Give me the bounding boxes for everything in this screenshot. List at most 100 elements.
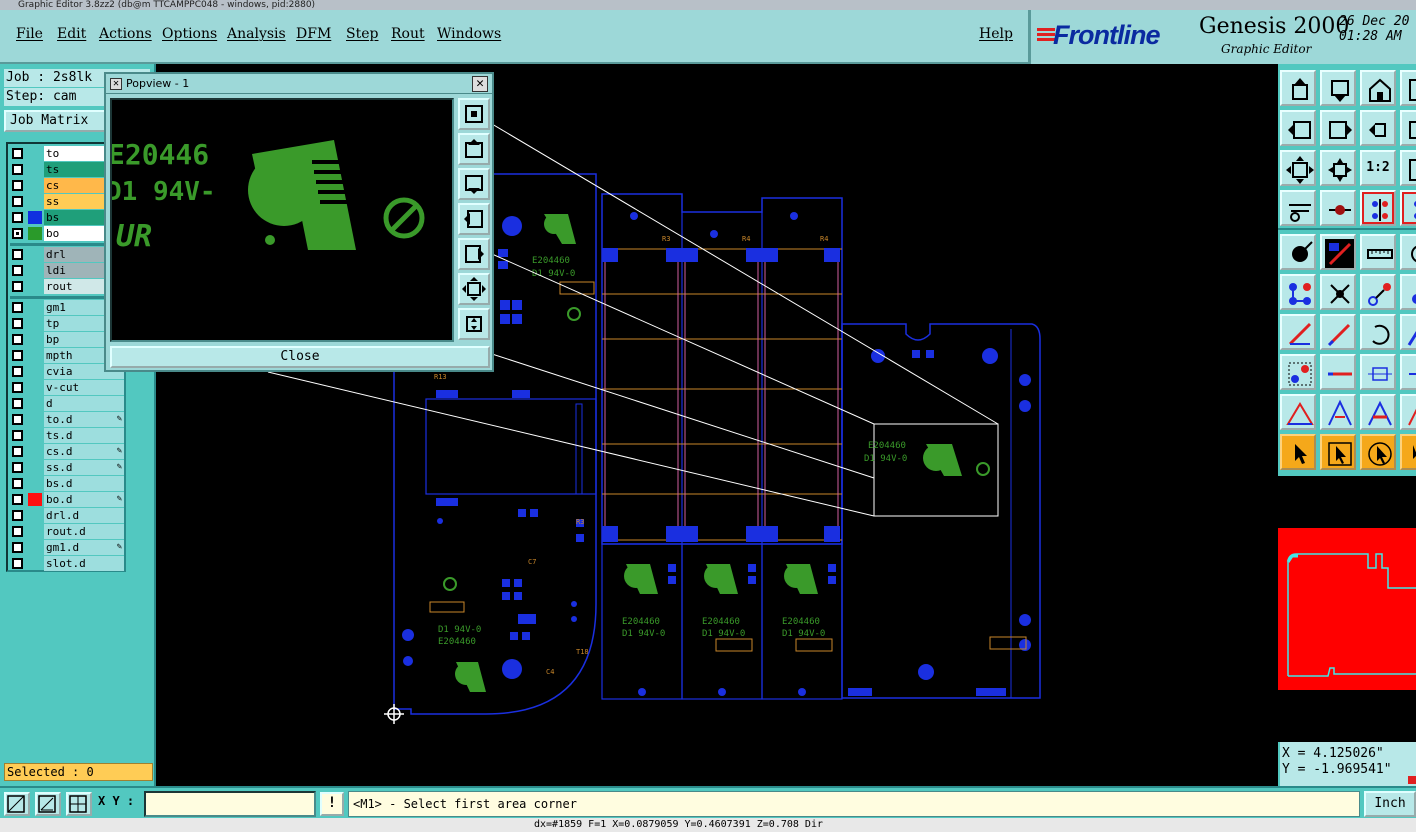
zoom-down-icon[interactable] <box>1320 70 1356 106</box>
measure-tool-icon[interactable] <box>1280 190 1316 226</box>
line-red-icon[interactable] <box>1280 314 1316 350</box>
layer-name[interactable]: rout.d <box>44 524 124 539</box>
net-select-icon[interactable] <box>1360 190 1396 226</box>
layer-row[interactable]: ss.d ✎ <box>10 460 124 475</box>
pan-right-icon[interactable] <box>458 238 490 270</box>
layer-color-swatch[interactable] <box>28 349 42 362</box>
menu-file[interactable]: File <box>16 26 43 42</box>
layer-row[interactable]: cs.d ✎ <box>10 444 124 459</box>
ramp-tool-icon[interactable] <box>1400 394 1416 430</box>
arch-tool-icon[interactable] <box>1360 394 1396 430</box>
pan-down-icon[interactable] <box>458 168 490 200</box>
layer-color-swatch[interactable] <box>28 301 42 314</box>
layer-name[interactable]: bs.d <box>44 476 124 491</box>
layer-row[interactable]: bo.d ✎ <box>10 492 124 507</box>
cross-tool-icon[interactable] <box>1320 274 1356 310</box>
layer-row[interactable]: d <box>10 396 124 411</box>
layer-color-swatch[interactable] <box>28 333 42 346</box>
zoom-box-icon[interactable] <box>1400 150 1416 186</box>
pad-tool-icon[interactable] <box>1280 234 1316 270</box>
menu-dfm[interactable]: DFM <box>296 26 331 42</box>
layer-checkbox[interactable] <box>12 196 23 207</box>
layer-name[interactable]: to.d <box>44 412 124 427</box>
node-tool-icon[interactable] <box>1280 274 1316 310</box>
overview-map[interactable] <box>1278 474 1416 742</box>
layer-checkbox[interactable] <box>12 526 23 537</box>
ratio-button[interactable]: 1:2 <box>1360 150 1396 186</box>
angle-tool-icon[interactable] <box>1280 394 1316 430</box>
layer-row[interactable]: ts.d <box>10 428 124 443</box>
popview-close-button[interactable]: Close <box>110 346 490 368</box>
snap-tool-icon[interactable] <box>1280 354 1316 390</box>
layer-checkbox[interactable] <box>12 164 23 175</box>
layer-color-swatch[interactable] <box>28 179 42 192</box>
layer-name[interactable]: ts.d <box>44 428 124 443</box>
layer-checkbox[interactable] <box>12 478 23 489</box>
layer-checkbox[interactable] <box>12 180 23 191</box>
layer-color-swatch[interactable] <box>28 525 42 538</box>
layer-name[interactable]: bo.d <box>44 492 124 507</box>
layer-checkbox[interactable] <box>12 302 23 313</box>
line-tool-icon[interactable] <box>1320 314 1356 350</box>
layer-checkbox[interactable] <box>12 494 23 505</box>
layer-checkbox[interactable] <box>12 249 23 260</box>
layer-color-swatch[interactable] <box>28 477 42 490</box>
layer-checkbox[interactable] <box>12 281 23 292</box>
layer-checkbox[interactable] <box>12 228 23 239</box>
zoom-home-icon[interactable] <box>1280 70 1316 106</box>
redo-zoom-icon[interactable] <box>1400 110 1416 146</box>
grid-icon[interactable] <box>1400 70 1416 106</box>
menu-windows[interactable]: Windows <box>437 26 501 42</box>
layer-checkbox[interactable] <box>12 414 23 425</box>
snap-grid-icon[interactable] <box>4 792 30 816</box>
layer-row[interactable]: v-cut <box>10 380 124 395</box>
layer-row[interactable]: bs.d <box>10 476 124 491</box>
horizontal-line-icon[interactable] <box>1320 354 1356 390</box>
layer-checkbox[interactable] <box>12 542 23 553</box>
layer-checkbox[interactable] <box>12 462 23 473</box>
zoom-center-icon[interactable] <box>1320 150 1356 186</box>
pan-left-tool-icon[interactable] <box>1280 110 1316 146</box>
layer-checkbox[interactable] <box>12 334 23 345</box>
layer-checkbox[interactable] <box>12 446 23 457</box>
menu-analysis[interactable]: Analysis <box>227 26 286 42</box>
layer-color-swatch[interactable] <box>28 509 42 522</box>
window-menu-icon[interactable]: ✕ <box>110 78 122 90</box>
layer-color-swatch[interactable] <box>28 381 42 394</box>
layer-color-swatch[interactable] <box>28 413 42 426</box>
layer-color-swatch[interactable] <box>28 541 42 554</box>
connect-tool-icon[interactable] <box>1360 274 1396 310</box>
menu-actions[interactable]: Actions <box>99 26 152 42</box>
layer-name[interactable]: d <box>44 396 124 411</box>
layer-name[interactable]: ss.d <box>44 460 124 475</box>
layer-row[interactable]: to.d ✎ <box>10 412 124 427</box>
layer-color-swatch[interactable] <box>28 195 42 208</box>
triangle-tool-icon[interactable] <box>1320 394 1356 430</box>
zoom-out-icon[interactable] <box>458 273 490 305</box>
popview-viewport[interactable]: E20446 D1 94V- UR <box>110 98 454 342</box>
layer-color-swatch[interactable] <box>28 461 42 474</box>
home-icon[interactable] <box>1360 70 1396 106</box>
xy-input[interactable] <box>144 791 316 817</box>
zoom-fit-icon[interactable] <box>458 98 490 130</box>
pan-right-tool-icon[interactable] <box>1320 110 1356 146</box>
menu-rout[interactable]: Rout <box>391 26 425 42</box>
layer-color-swatch[interactable] <box>28 163 42 176</box>
blue-node-icon[interactable] <box>1400 274 1416 310</box>
layer-color-swatch[interactable] <box>28 248 42 261</box>
layer-checkbox[interactable] <box>12 558 23 569</box>
layer-name[interactable]: slot.d <box>44 556 124 571</box>
layer-color-swatch[interactable] <box>28 147 42 160</box>
layer-name[interactable]: cs.d <box>44 444 124 459</box>
dim-end-icon[interactable] <box>1400 354 1416 390</box>
layer-color-swatch[interactable] <box>28 493 42 506</box>
menu-step[interactable]: Step <box>346 26 378 42</box>
snap-angle-icon[interactable] <box>35 792 61 816</box>
layer-checkbox[interactable] <box>12 265 23 276</box>
menu-help[interactable]: Help <box>979 26 1013 42</box>
layer-checkbox[interactable] <box>12 398 23 409</box>
layer-color-swatch[interactable] <box>28 227 42 240</box>
dimension-icon[interactable] <box>1360 354 1396 390</box>
layer-checkbox[interactable] <box>12 318 23 329</box>
layer-row[interactable]: rout.d <box>10 524 124 539</box>
